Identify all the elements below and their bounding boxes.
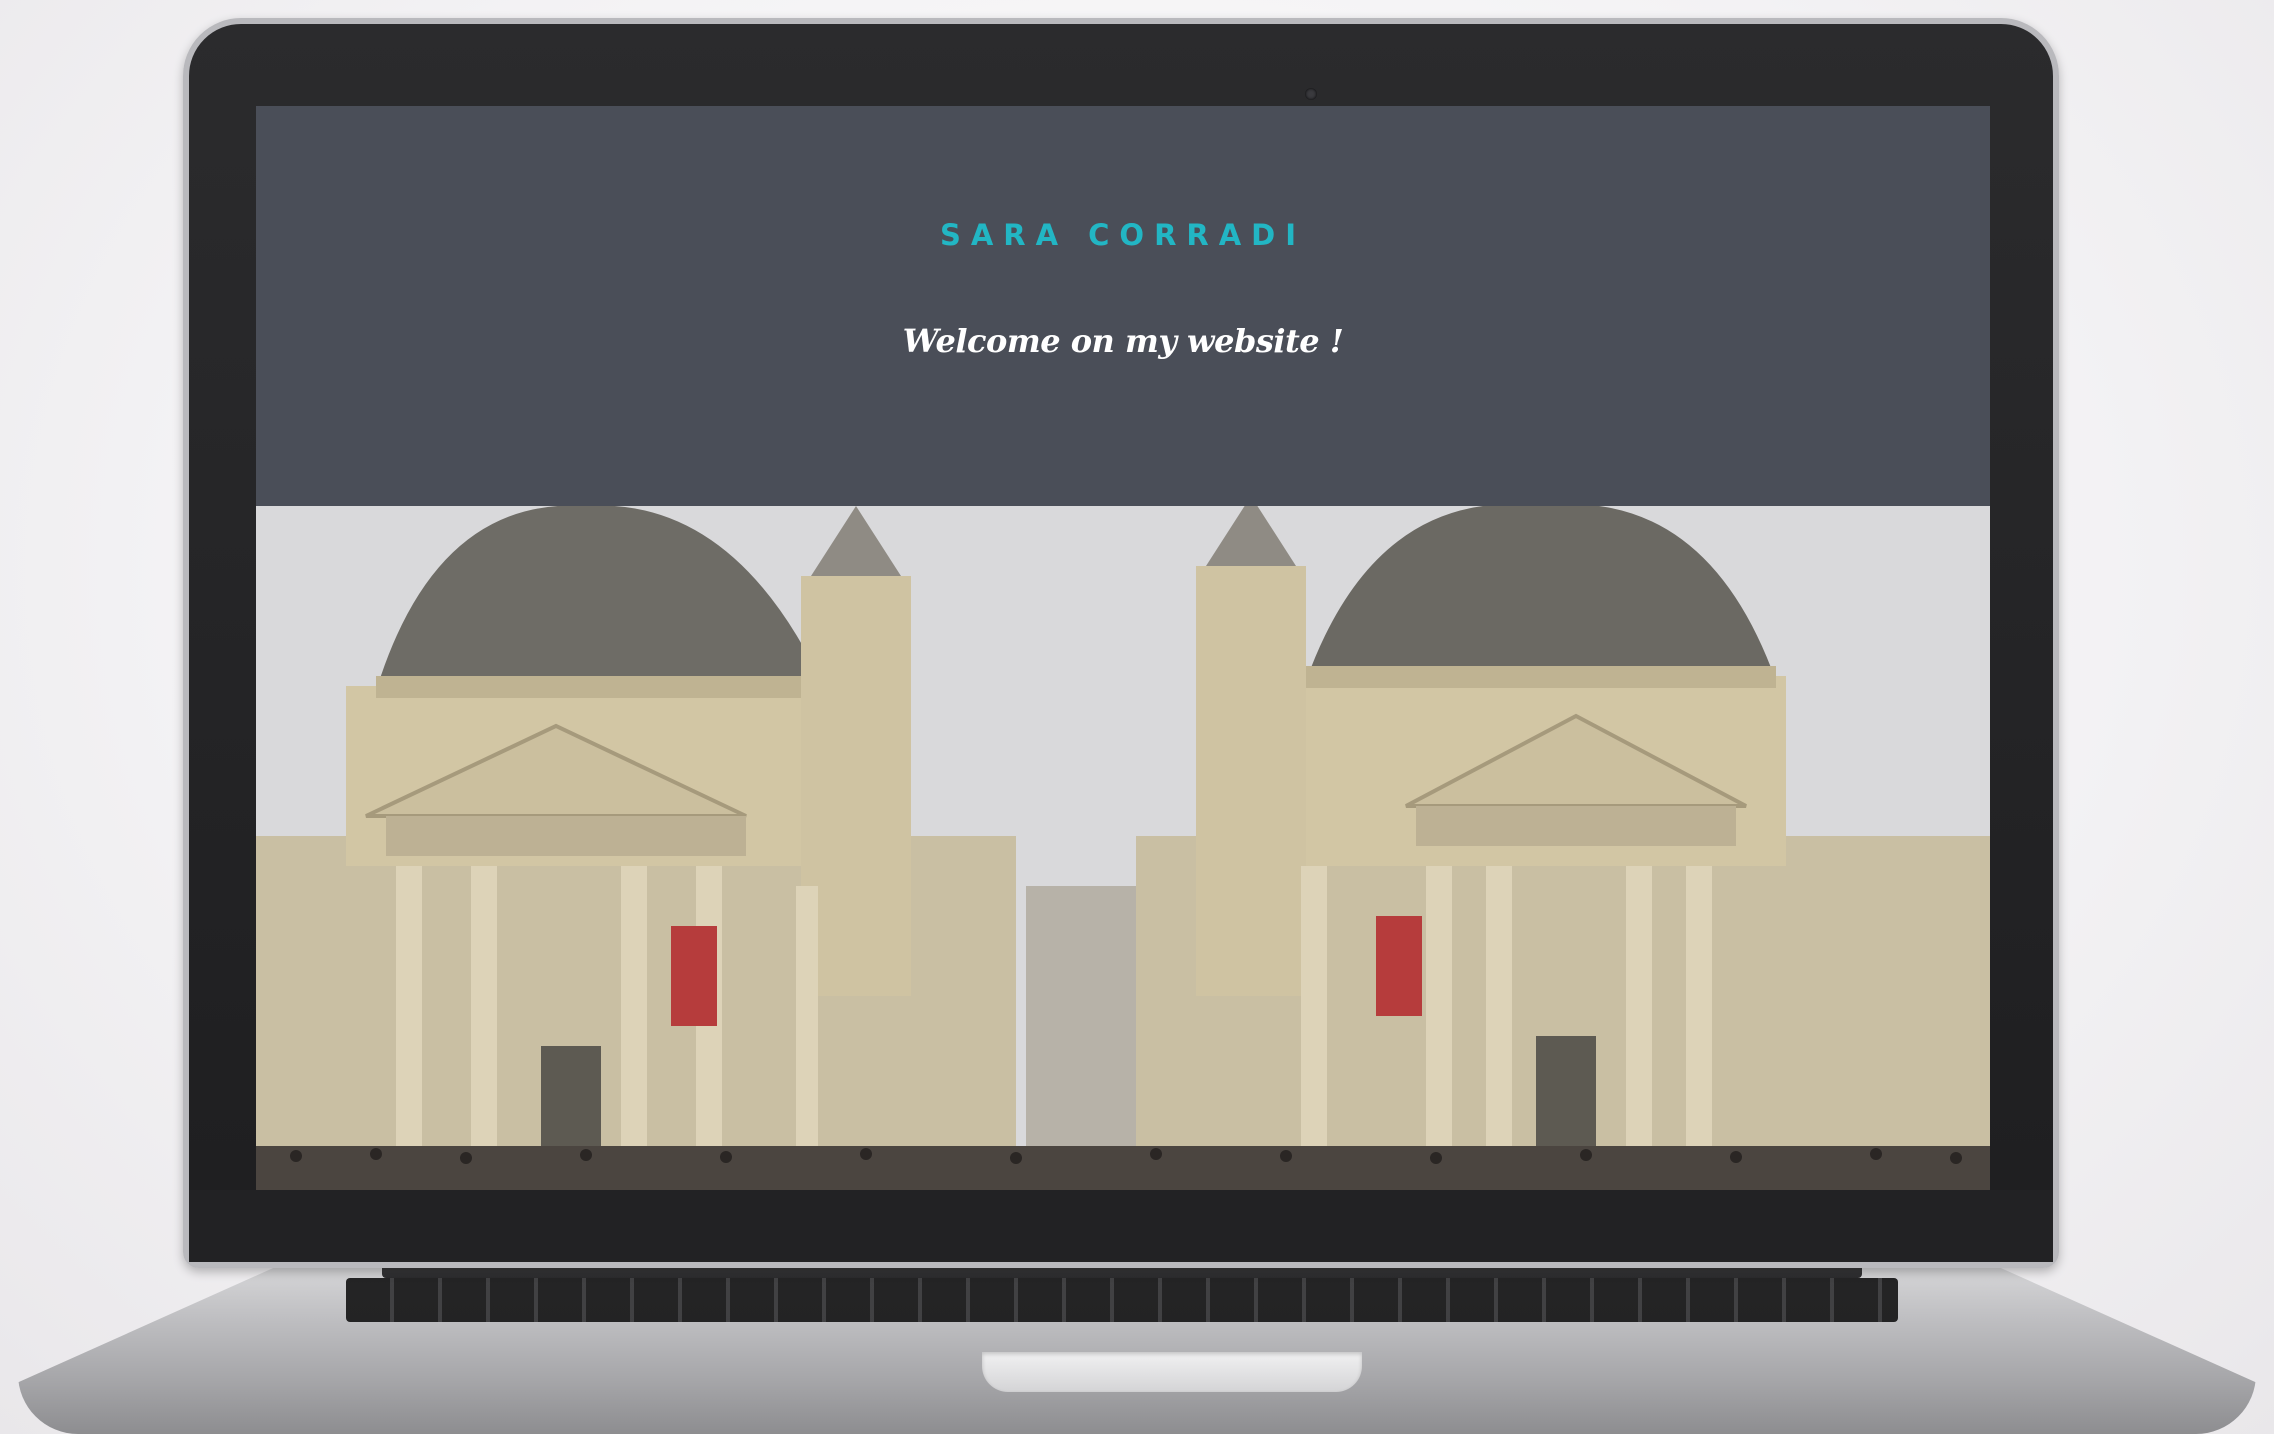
welcome-message: Welcome on my website !	[902, 322, 1344, 360]
screen-bezel	[189, 1190, 2053, 1262]
site-header: SARA CORRADI Welcome on my website !	[256, 106, 1990, 506]
laptop-mockup: SARA CORRADI Welcome on my website !	[0, 0, 2274, 1434]
site-title[interactable]: SARA CORRADI	[256, 218, 1990, 252]
website-screen: SARA CORRADI Welcome on my website !	[256, 106, 1990, 1190]
churches-illustration	[256, 506, 1990, 1190]
hero-photo	[256, 506, 1990, 1190]
laptop-keyboard	[346, 1278, 1898, 1322]
laptop-notch	[982, 1352, 1362, 1392]
camera-icon	[1305, 88, 1317, 100]
